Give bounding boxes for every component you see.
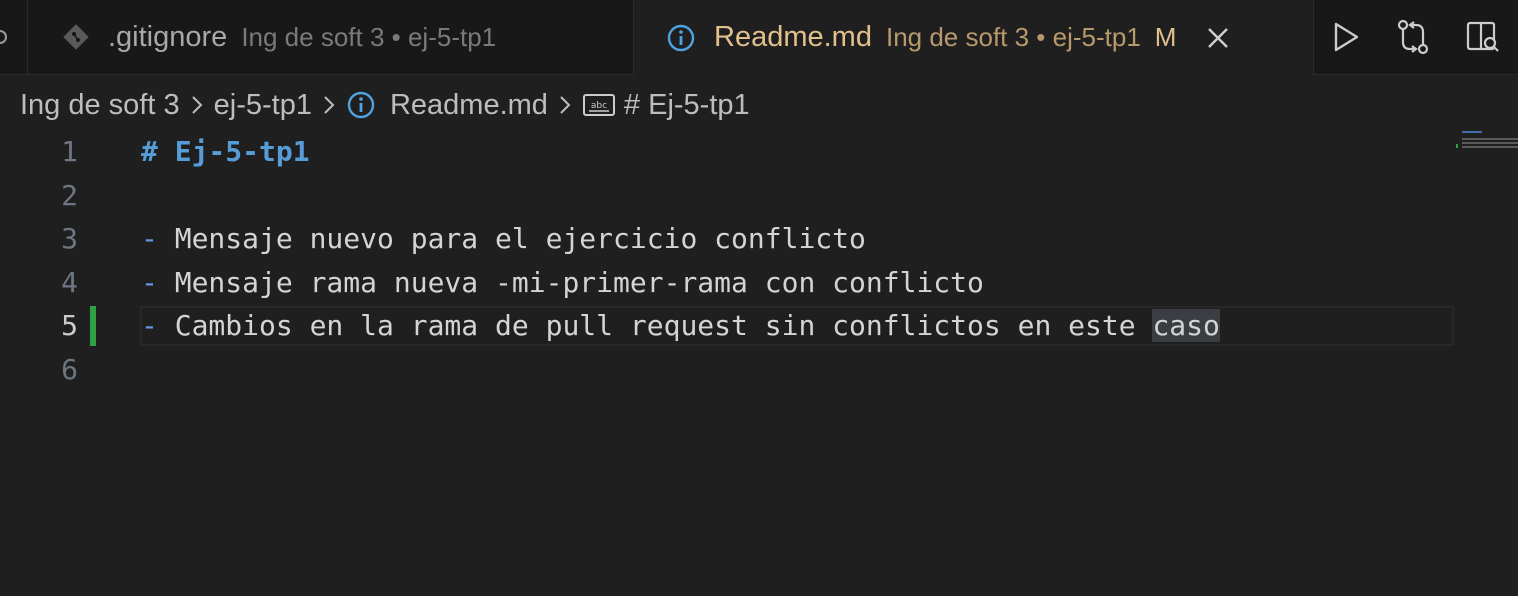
line-number: 3 bbox=[61, 222, 78, 255]
line-number: 4 bbox=[61, 266, 78, 299]
line-content: - Cambios en la rama de pull request sin… bbox=[141, 304, 1220, 348]
string-symbol-icon: abc bbox=[582, 92, 616, 118]
info-icon bbox=[666, 23, 696, 53]
tab-label: Readme.md bbox=[714, 21, 872, 53]
breadcrumb-symbol[interactable]: abc # Ej-5-tp1 bbox=[582, 89, 750, 122]
tab-edge-icon bbox=[0, 30, 7, 44]
list-bullet: - bbox=[141, 222, 158, 255]
editor-line: 6 bbox=[0, 348, 1460, 392]
chevron-right-icon bbox=[322, 93, 336, 117]
tab-description: Ing de soft 3 • ej-5-tp1 bbox=[885, 22, 1141, 52]
tab-bar: .gitignore Ing de soft 3 • ej-5-tp1 Read… bbox=[0, 0, 1518, 75]
editor-line: 3 - Mensaje nuevo para el ejercicio conf… bbox=[0, 217, 1460, 261]
editor-line: 4 - Mensaje rama nueva -mi-primer-rama c… bbox=[0, 261, 1460, 305]
editor-line: 1 # Ej-5-tp1 bbox=[0, 130, 1460, 174]
breadcrumb-file[interactable]: Readme.md bbox=[346, 89, 548, 122]
line-text: Cambios en la rama de pull request sin c… bbox=[157, 309, 1153, 342]
editor-line: 2 bbox=[0, 174, 1460, 218]
minimap-line bbox=[1462, 138, 1518, 140]
tab-gitignore[interactable]: .gitignore Ing de soft 3 • ej-5-tp1 bbox=[28, 0, 634, 74]
compare-changes-icon[interactable] bbox=[1395, 18, 1431, 56]
chevron-right-icon bbox=[558, 93, 572, 117]
line-content: - Mensaje rama nueva -mi-primer-rama con… bbox=[141, 261, 984, 305]
list-bullet: - bbox=[141, 309, 158, 342]
editor-actions bbox=[1314, 0, 1518, 74]
selection-highlight: caso bbox=[1152, 309, 1220, 342]
line-text: Mensaje rama nueva -mi-primer-rama con c… bbox=[157, 266, 984, 299]
close-icon[interactable] bbox=[1206, 26, 1230, 50]
line-number: 2 bbox=[61, 179, 78, 212]
breadcrumb-folder[interactable]: Ing de soft 3 bbox=[20, 89, 180, 122]
code-editor[interactable]: 1 # Ej-5-tp1 2 3 - Mensaje nuevo para el… bbox=[0, 130, 1518, 596]
minimap[interactable] bbox=[1456, 130, 1518, 170]
minimap-modified-marker bbox=[1456, 144, 1458, 148]
tab-label: .gitignore bbox=[108, 20, 228, 53]
tab-overflow-edge[interactable] bbox=[0, 0, 28, 74]
editor-line-current: 5 - Cambios en la rama de pull request s… bbox=[0, 304, 1460, 348]
line-number: 5 bbox=[61, 309, 78, 342]
preview-icon[interactable] bbox=[1465, 19, 1501, 55]
line-number: 6 bbox=[61, 353, 78, 386]
minimap-line bbox=[1462, 142, 1518, 144]
line-text: # Ej-5-tp1 bbox=[141, 135, 310, 168]
minimap-line bbox=[1462, 131, 1482, 133]
git-icon bbox=[62, 23, 90, 51]
breadcrumb-label: ej-5-tp1 bbox=[213, 88, 312, 121]
breadcrumb-subfolder[interactable]: ej-5-tp1 bbox=[214, 89, 312, 122]
breadcrumb-label: # Ej-5-tp1 bbox=[623, 88, 750, 121]
info-icon bbox=[346, 90, 376, 120]
minimap-line bbox=[1462, 146, 1518, 148]
chevron-right-icon bbox=[190, 93, 204, 117]
run-icon[interactable] bbox=[1331, 21, 1361, 53]
git-modified-indicator[interactable] bbox=[90, 306, 96, 346]
breadcrumb-label: Ing de soft 3 bbox=[20, 88, 180, 121]
tab-description: Ing de soft 3 • ej-5-tp1 bbox=[241, 21, 497, 52]
tab-readme[interactable]: Readme.md Ing de soft 3 • ej-5-tp1 M bbox=[634, 0, 1314, 75]
line-text: Mensaje nuevo para el ejercicio conflict… bbox=[157, 222, 866, 255]
breadcrumb-label: Readme.md bbox=[389, 88, 548, 121]
svg-text:abc: abc bbox=[591, 101, 607, 111]
list-bullet: - bbox=[141, 266, 158, 299]
line-number: 1 bbox=[61, 135, 78, 168]
modified-badge: M bbox=[1154, 22, 1177, 52]
breadcrumb: Ing de soft 3 ej-5-tp1 Readme.md abc # E… bbox=[20, 84, 750, 126]
line-content: - Mensaje nuevo para el ejercicio confli… bbox=[141, 217, 866, 261]
